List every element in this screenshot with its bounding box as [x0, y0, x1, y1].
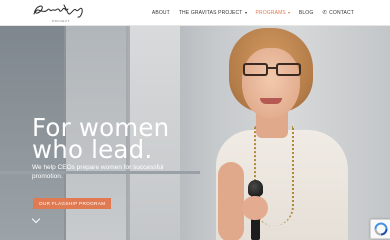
speaker-face: [242, 48, 300, 118]
recaptcha-badge[interactable]: [370, 219, 390, 239]
recaptcha-icon: [374, 222, 388, 236]
nav-programs-label: PROGRAMS: [255, 10, 286, 16]
speaker-arm: [218, 162, 244, 240]
glasses-lens-right: [276, 63, 301, 76]
site-header: PROJECT ABOUT THE GRAVITAS PROJECT PROGR…: [0, 0, 390, 26]
speaker-mouth: [260, 98, 282, 104]
hero-subtitle: We help CEOs prepare women for successfu…: [32, 164, 164, 180]
nav-gravitas-project[interactable]: THE GRAVITAS PROJECT: [179, 10, 247, 16]
nav-contact[interactable]: ✆ CONTACT: [322, 10, 354, 16]
microphone-icon: [248, 180, 263, 196]
speaker-hand: [242, 196, 268, 220]
glasses-lens-left: [243, 63, 268, 76]
chevron-down-icon: [287, 12, 290, 14]
nav-blog[interactable]: BLOG: [299, 10, 314, 16]
nav-programs[interactable]: PROGRAMS: [256, 10, 290, 16]
hero-section: For women who lead. We help CEOs prepare…: [0, 26, 390, 240]
chevron-down-icon: [244, 12, 247, 14]
logo-subtitle: PROJECT: [52, 19, 71, 23]
logo-script: [33, 4, 83, 18]
phone-icon: ✆: [322, 9, 328, 16]
main-nav: ABOUT THE GRAVITAS PROJECT PROGRAMS BLOG…: [152, 10, 354, 16]
hero-photo-speaker: [190, 26, 390, 240]
nav-about-label: ABOUT: [151, 10, 170, 16]
nav-about[interactable]: ABOUT: [152, 10, 170, 16]
nav-gravitas-project-label: THE GRAVITAS PROJECT: [178, 10, 243, 16]
glasses-icon: [243, 63, 301, 77]
nav-contact-label: CONTACT: [329, 10, 354, 16]
hero-title: For women who lead.: [32, 113, 170, 164]
nav-blog-label: BLOG: [298, 10, 314, 16]
site-logo[interactable]: PROJECT: [30, 1, 88, 24]
flagship-program-button[interactable]: OUR FLAGSHIP PROGRAM: [33, 198, 112, 209]
